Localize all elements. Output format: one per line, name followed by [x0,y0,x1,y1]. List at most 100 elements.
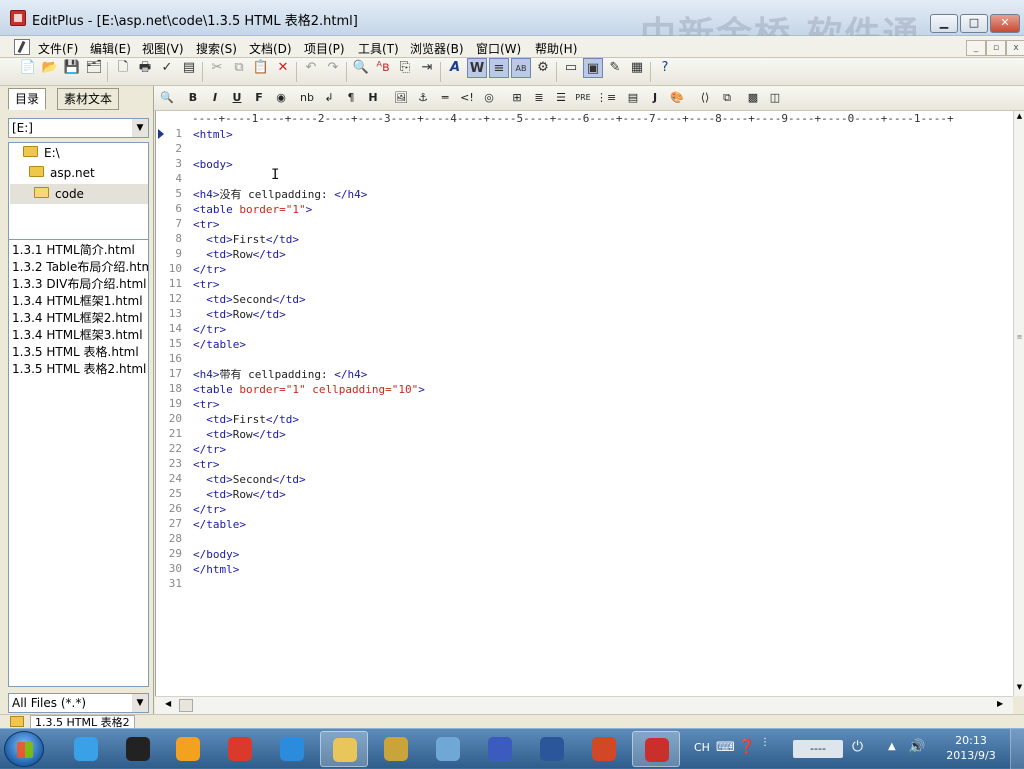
ime-indicator[interactable]: CH [694,741,710,754]
scroll-thumb[interactable] [179,699,193,712]
scroll-up-icon[interactable]: ▲ [1015,112,1024,121]
code-line[interactable]: <td>Row</td> [193,247,286,262]
anchor-icon[interactable]: ⚓ [414,89,432,107]
file-item[interactable]: 1.3.5 HTML 表格2.html [9,361,148,378]
document-tab[interactable]: 1.3.5 HTML 表格2 [30,715,135,728]
menu-document[interactable]: 文档(D) [249,40,292,57]
delete-icon[interactable]: ✕ [273,58,293,78]
menu-edit[interactable]: 编辑(E) [90,40,131,57]
replace-icon[interactable]: ᴬʙ [373,58,393,78]
output-window-icon[interactable]: ▦ [627,58,647,78]
scroll-right-icon[interactable]: ▶ [997,699,1003,708]
code-line[interactable]: </table> [193,337,246,352]
palette-icon[interactable]: ▩ [744,89,762,107]
page-icon[interactable]: ▤ [179,58,199,78]
find-icon[interactable]: 🔍 [351,58,371,78]
drive-select[interactable]: [E:] ▼ [8,118,149,138]
power-plug-icon[interactable]: ⏻ [852,739,863,755]
file-item[interactable]: 1.3.1 HTML简介.html [9,242,148,259]
code-line[interactable]: <table border="1"> [193,202,312,217]
file-filter-select[interactable]: All Files (*.*) ▼ [8,693,149,713]
show-desktop-button[interactable] [1010,729,1024,769]
taskbar-app-gift[interactable] [164,731,212,767]
mdi-minimize-button[interactable]: _ [966,40,986,56]
code-line[interactable]: </table> [193,517,246,532]
tag-icon[interactable]: ⟨⟩ [696,89,714,107]
table-icon[interactable]: ⊞ [508,89,526,107]
code-line[interactable]: <td>First</td> [193,412,299,427]
code-line[interactable]: <h4>没有 cellpadding: </h4> [193,187,367,202]
taskbar-app-powerpoint[interactable] [580,731,628,767]
code-line[interactable]: <tr> [193,457,220,472]
tray-expand-icon[interactable]: ▲ [888,741,896,752]
menu-window[interactable]: 窗口(W) [476,40,521,57]
list-icon[interactable]: ⋮≡ [596,89,616,107]
cliptext-icon[interactable]: ✎ [605,58,625,78]
paragraph-icon[interactable]: ¶ [342,89,360,107]
file-item[interactable]: 1.3.3 DIV布局介绍.html [9,276,148,293]
code-line[interactable]: </html> [193,562,239,577]
find-in-files-icon[interactable]: ⎘ [395,58,415,78]
menu-tools[interactable]: 工具(T) [358,40,399,57]
javascript-icon[interactable]: J [646,89,664,107]
tray-options-icon[interactable]: ⋮ [760,737,770,748]
settings-icon[interactable]: ⚙ [533,58,553,78]
center-icon[interactable]: ≣ [530,89,548,107]
file-item[interactable]: 1.3.4 HTML框架3.html [9,327,148,344]
menu-browser[interactable]: 浏览器(B) [410,40,464,57]
print-preview-icon[interactable]: 🗋 [113,58,133,78]
volume-icon[interactable]: 🔊 [908,739,925,755]
font-icon[interactable]: A [445,58,465,78]
line-number-icon[interactable]: ≡ [489,58,509,78]
tab-cliptext[interactable]: 素材文本 [57,88,120,110]
file-item[interactable]: 1.3.4 HTML框架2.html [9,310,148,327]
taskbar-app-qq[interactable] [114,731,162,767]
menu-project[interactable]: 项目(P) [304,40,345,57]
save-all-icon[interactable]: 🗂 [84,58,104,78]
line-break-icon[interactable]: ↲ [320,89,338,107]
code-line[interactable]: <td>Row</td> [193,307,286,322]
toggle-pane-icon[interactable]: ▭ [561,58,581,78]
preview-icon[interactable]: 🔍 [158,89,176,107]
taskbar-app-globe[interactable] [424,731,472,767]
code-line[interactable]: <td>Second</td> [193,472,305,487]
file-item[interactable]: 1.3.4 HTML框架1.html [9,293,148,310]
window-split-icon[interactable]: ◫ [766,89,784,107]
code-line[interactable]: <tr> [193,277,220,292]
taskbar-app-ie[interactable] [268,731,316,767]
open-folder-icon[interactable]: 📂 [40,58,60,78]
code-line[interactable]: </tr> [193,322,226,337]
chevron-down-icon[interactable]: ▼ [132,694,148,712]
code-line[interactable]: <body> [193,157,233,172]
new-file-icon[interactable]: 📄 [18,58,38,78]
form-icon[interactable]: ▤ [624,89,642,107]
tab-directory[interactable]: 目录 [8,88,47,110]
italic-icon[interactable]: I [206,89,224,107]
file-item[interactable]: 1.3.5 HTML 表格.html [9,344,148,361]
help-circle-icon[interactable]: ❓ [738,739,755,755]
clock[interactable]: 20:13 2013/9/3 [940,733,1002,763]
undo-icon[interactable]: ↶ [301,58,321,78]
horizontal-scrollbar[interactable]: ◀ ▶ [155,696,1013,714]
ruler-icon[interactable]: AB [511,58,531,78]
taskbar-app-chrome[interactable] [216,731,264,767]
help-icon[interactable]: ? [655,58,675,78]
heading-icon[interactable]: H [364,89,382,107]
code-line[interactable]: <td>Row</td> [193,427,286,442]
frame-icon[interactable]: ⧉ [718,89,736,107]
taskbar-app-editplus[interactable] [632,731,680,767]
scroll-down-icon[interactable]: ▼ [1015,683,1024,692]
tree-item-asp-net[interactable]: asp.net [29,163,95,183]
word-wrap-icon[interactable]: W [467,58,487,78]
align-icon[interactable]: ☰ [552,89,570,107]
font-tag-icon[interactable]: F [250,89,268,107]
color-picker-icon[interactable]: 🎨 [668,89,686,107]
code-line[interactable]: </tr> [193,262,226,277]
code-line[interactable]: <table border="1" cellpadding="10"> [193,382,425,397]
paste-icon[interactable]: 📋 [251,58,271,78]
script-icon[interactable]: ◎ [480,89,498,107]
code-line[interactable]: <td>Second</td> [193,292,305,307]
keyboard-icon[interactable]: ⌨ [716,740,735,755]
code-line[interactable]: <html> [193,127,233,142]
taskbar-app-word[interactable] [528,731,576,767]
